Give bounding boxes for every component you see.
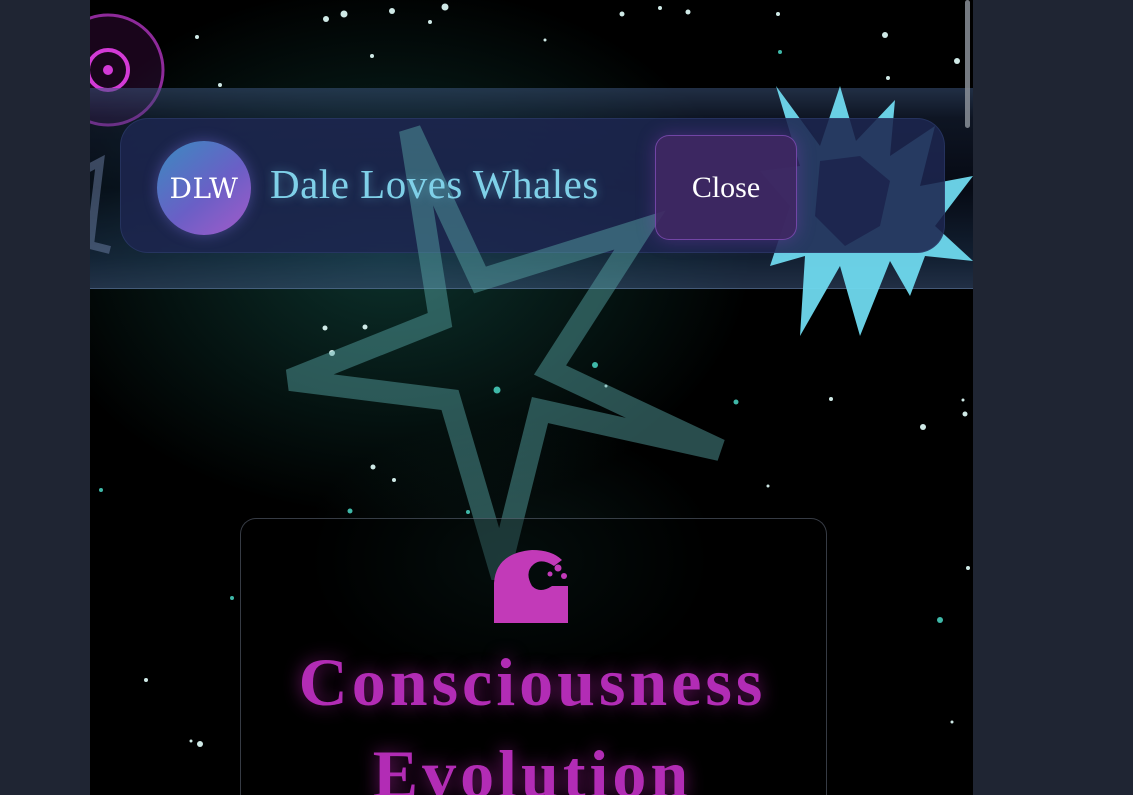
- wave-icon: [494, 550, 568, 623]
- brand-title[interactable]: Dale Loves Whales: [270, 160, 599, 208]
- logo-initials: DLW: [169, 171, 239, 205]
- card-title-line-2: Evolution: [372, 736, 693, 795]
- star-fragment-icon: [90, 154, 111, 254]
- close-button[interactable]: Close: [655, 135, 797, 240]
- page-viewport: DLW Dale Loves Whales Close Consciousnes…: [90, 0, 973, 795]
- logo-avatar[interactable]: DLW: [157, 141, 251, 235]
- scrollbar-thumb[interactable]: [965, 0, 970, 128]
- card-title: Consciousness Evolution: [240, 636, 825, 795]
- card-title-line-1: Consciousness: [298, 644, 767, 720]
